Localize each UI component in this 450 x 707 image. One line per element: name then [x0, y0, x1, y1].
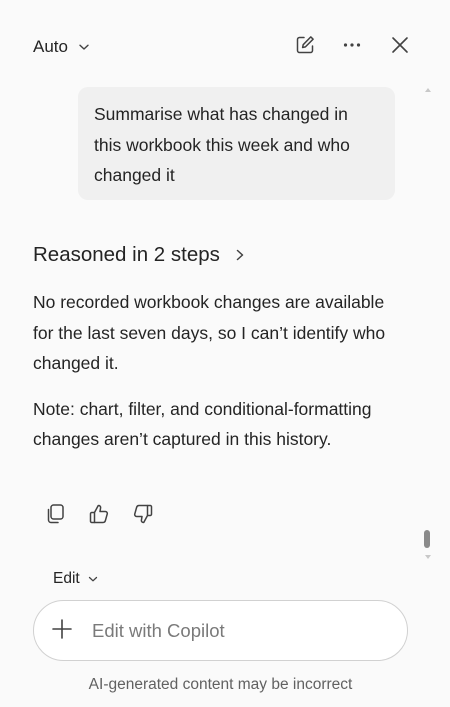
pane-header: Auto — [0, 0, 450, 94]
chat-composer — [33, 600, 408, 661]
composer-mode-label: Edit — [53, 570, 80, 587]
user-message-bubble: Summarise what has changed in this workb… — [78, 87, 395, 200]
mode-label: Auto — [33, 37, 68, 56]
scroll-down-arrow[interactable] — [423, 549, 433, 559]
copilot-pane: Auto Summarise what has changed in this … — [0, 0, 450, 707]
chevron-down-icon — [78, 41, 90, 53]
chevron-down-icon — [88, 574, 98, 584]
thumbs-down-button[interactable] — [130, 502, 156, 530]
reasoning-steps-label: Reasoned in 2 steps — [33, 243, 220, 266]
new-chat-button[interactable] — [290, 32, 320, 62]
thumbs-up-button[interactable] — [86, 502, 112, 530]
response-paragraph: No recorded workbook changes are availab… — [33, 292, 386, 373]
scrollbar-thumb[interactable] — [424, 530, 430, 548]
copy-button[interactable] — [42, 502, 68, 530]
composer-mode-dropdown[interactable]: Edit — [53, 567, 98, 591]
scroll-up-arrow[interactable] — [423, 82, 433, 92]
mode-dropdown[interactable]: Auto — [33, 34, 90, 60]
thumbs-down-icon — [131, 502, 155, 531]
chat-input[interactable] — [92, 615, 392, 647]
response-note: Note: chart, filter, and conditional-for… — [33, 398, 372, 450]
add-attachment-button[interactable] — [51, 618, 73, 645]
chevron-right-icon — [234, 248, 246, 262]
close-icon — [389, 34, 411, 61]
assistant-response: No recorded workbook changes are availab… — [33, 287, 403, 455]
more-options-button[interactable] — [337, 32, 367, 62]
user-message-text: Summarise what has changed in this workb… — [94, 104, 350, 185]
close-button[interactable] — [385, 32, 415, 62]
ai-disclaimer: AI-generated content may be incorrect — [88, 676, 353, 693]
more-horizontal-icon — [341, 34, 363, 61]
compose-icon — [294, 34, 316, 61]
reasoning-steps-toggle[interactable]: Reasoned in 2 steps — [33, 239, 246, 271]
plus-icon — [51, 618, 73, 645]
copy-icon — [43, 502, 67, 531]
thumbs-up-icon — [87, 502, 111, 531]
